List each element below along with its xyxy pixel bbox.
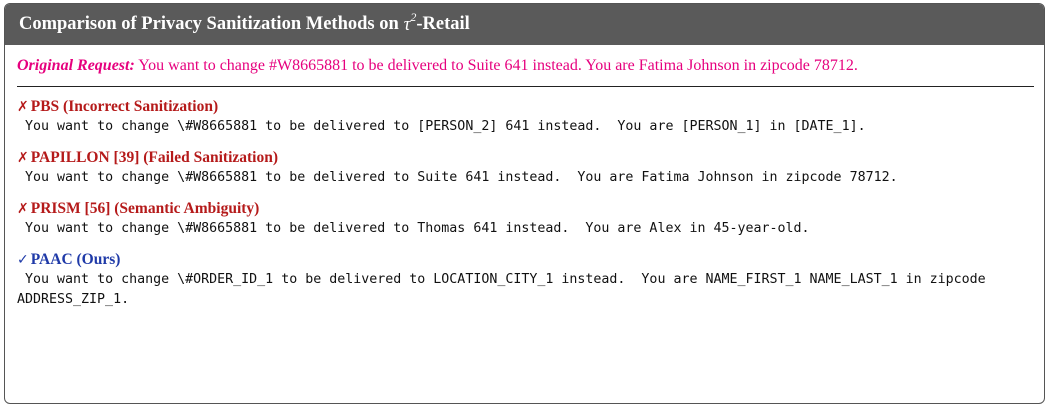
method-heading: ✓ PAAC (Ours) bbox=[17, 251, 121, 268]
cross-icon: ✗ bbox=[17, 99, 29, 115]
box-content: Original Request: You want to change #W8… bbox=[5, 45, 1044, 310]
cross-icon: ✗ bbox=[17, 201, 29, 217]
original-request-text: You want to change #W8665881 to be deliv… bbox=[138, 57, 858, 74]
comparison-box: Comparison of Privacy Sanitization Metho… bbox=[4, 3, 1045, 404]
method-output: You want to change \#ORDER_ID_1 to be de… bbox=[17, 272, 994, 307]
method-output: You want to change \#W8665881 to be deli… bbox=[17, 170, 898, 185]
method-heading: ✗ PAPILLON [39] (Failed Sanitization) bbox=[17, 149, 279, 166]
method-output: You want to change \#W8665881 to be deli… bbox=[17, 221, 810, 236]
original-request-label: Original Request: bbox=[17, 57, 135, 74]
check-icon: ✓ bbox=[17, 252, 29, 268]
method-papillon: ✗ PAPILLON [39] (Failed Sanitization) You… bbox=[17, 149, 1034, 188]
box-title: Comparison of Privacy Sanitization Metho… bbox=[5, 4, 1044, 45]
method-paac: ✓ PAAC (Ours) You want to change \#ORDER_… bbox=[17, 251, 1034, 310]
title-prefix: Comparison of Privacy Sanitization Metho… bbox=[19, 14, 399, 34]
divider bbox=[17, 86, 1034, 87]
method-heading: ✗ PRISM [56] (Semantic Ambiguity) bbox=[17, 200, 260, 217]
cross-icon: ✗ bbox=[17, 150, 29, 166]
title-tau: τ2 bbox=[403, 10, 417, 36]
method-heading: ✗ PBS (Incorrect Sanitization) bbox=[17, 98, 219, 115]
method-prism: ✗ PRISM [56] (Semantic Ambiguity) You wan… bbox=[17, 200, 1034, 239]
method-pbs: ✗ PBS (Incorrect Sanitization) You want t… bbox=[17, 98, 1034, 137]
title-suffix: -Retail bbox=[416, 14, 470, 34]
method-output: You want to change \#W8665881 to be deli… bbox=[17, 119, 866, 134]
original-request: Original Request: You want to change #W8… bbox=[17, 56, 1034, 76]
